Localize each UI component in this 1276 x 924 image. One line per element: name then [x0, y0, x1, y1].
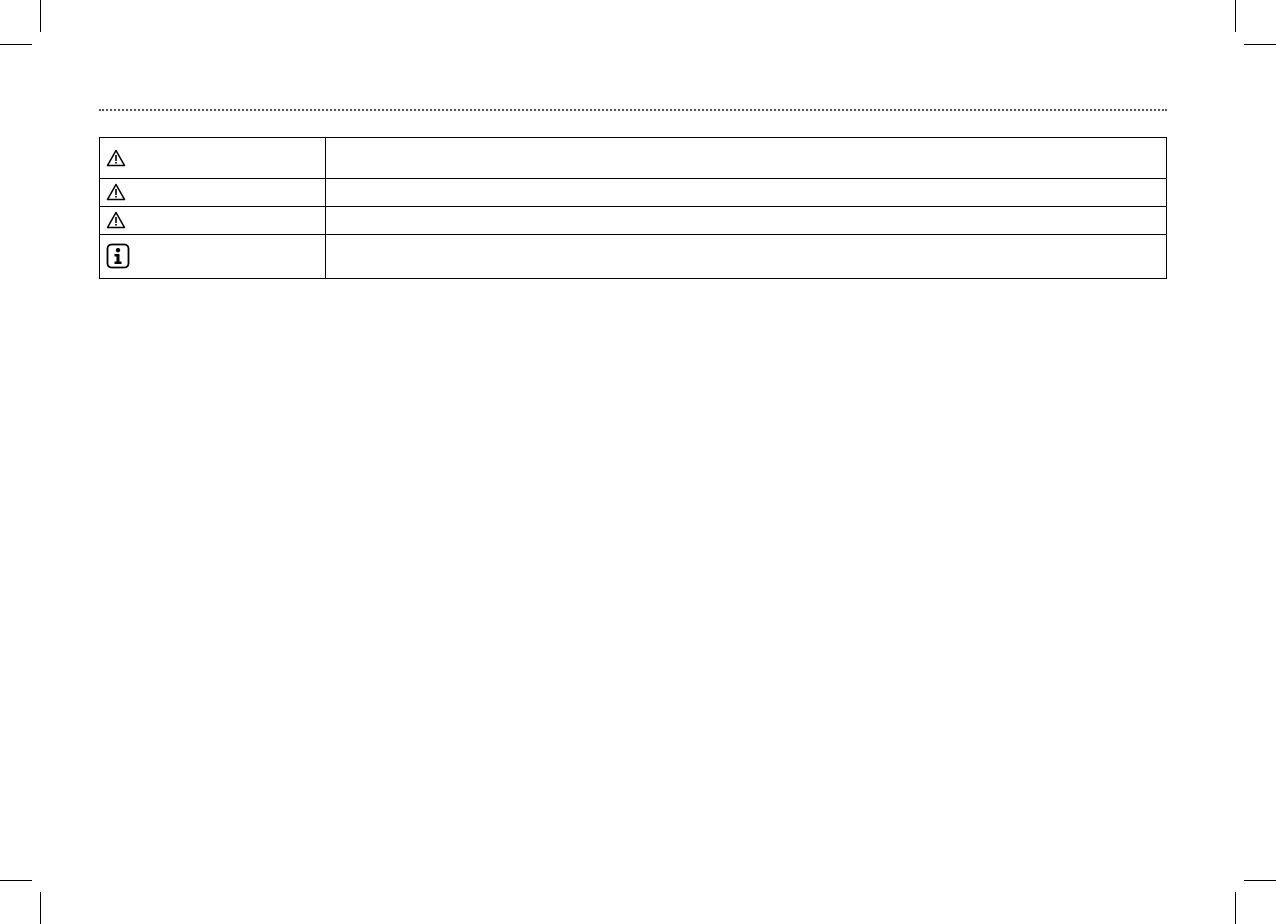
table-row — [99, 178, 1167, 207]
section-divider — [99, 109, 1167, 111]
description-cell — [325, 206, 1167, 235]
description-cell — [325, 137, 1167, 179]
crop-mark — [1235, 892, 1236, 924]
warning-triangle-icon — [106, 211, 325, 229]
crop-mark — [0, 44, 32, 45]
table-row — [99, 206, 1167, 235]
symbol-cell — [99, 234, 326, 279]
warning-triangle-icon — [106, 149, 325, 167]
crop-mark — [1244, 44, 1276, 45]
description-cell — [325, 178, 1167, 207]
symbol-cell — [99, 206, 326, 235]
crop-mark — [1244, 880, 1276, 881]
crop-mark — [1235, 0, 1236, 32]
crop-mark — [0, 880, 32, 881]
warning-triangle-icon — [106, 183, 325, 201]
information-icon — [106, 243, 325, 269]
crop-mark — [40, 0, 41, 32]
symbol-cell — [99, 137, 326, 179]
symbol-cell — [99, 178, 326, 207]
table-row — [99, 137, 1167, 179]
table-row — [99, 234, 1167, 279]
symbols-table — [99, 137, 1167, 279]
crop-mark — [40, 892, 41, 924]
description-cell — [325, 234, 1167, 279]
